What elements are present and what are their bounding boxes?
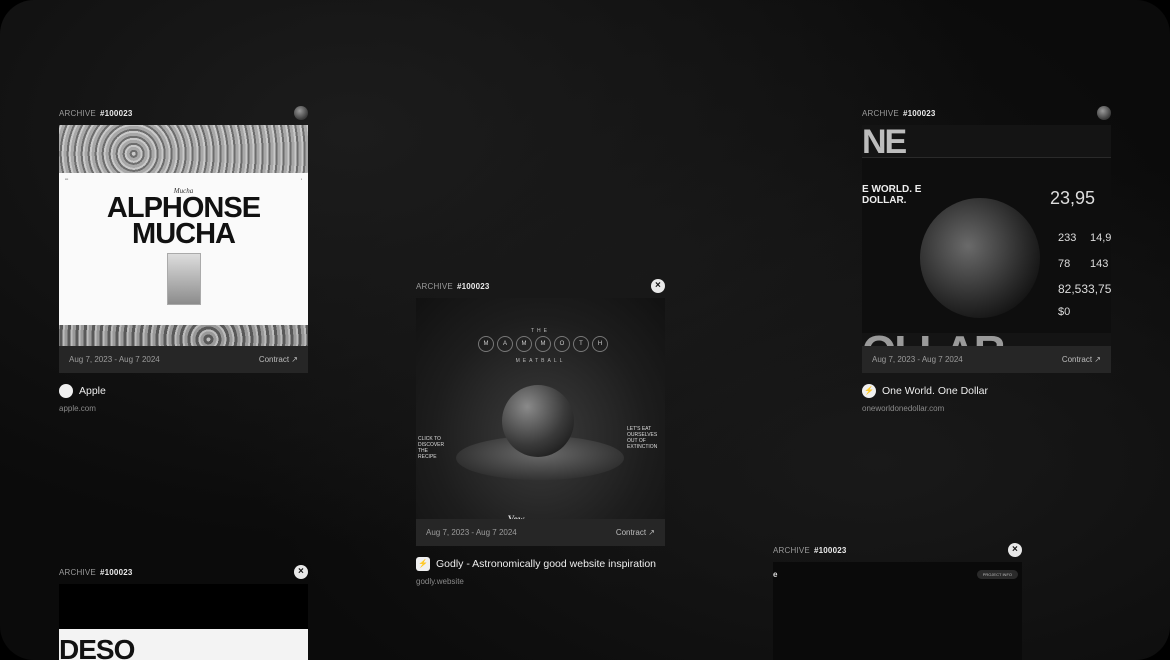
- archive-card-apple[interactable]: ARCHIVE #100023 ▪▪▪ ▪ Mucha ALPHONSE MUCHA…: [59, 106, 308, 413]
- globe-image: [920, 198, 1040, 318]
- preview-title: M A M M O T H: [478, 336, 608, 352]
- card-meta: ⚡ Godly - Astronomically good website in…: [416, 557, 665, 586]
- site-preview[interactable]: NE E WORLD. E DOLLAR. 23,95 233 14,9 78 …: [862, 125, 1111, 373]
- stat-main: 23,95: [1050, 188, 1096, 208]
- archive-card-godly[interactable]: ARCHIVE #100023 × THE M A M M O T H MEATB…: [416, 279, 665, 586]
- card-header: ARCHIVE #100023: [862, 106, 1111, 120]
- card-footer: Aug 7, 2023 - Aug 7 2024 Contract ↗: [862, 346, 1111, 373]
- date-range: Aug 7, 2023 - Aug 7 2024: [872, 355, 963, 364]
- archive-card-dark[interactable]: ARCHIVE #100023 × e PROJECT INFO: [773, 543, 1022, 660]
- stat-zero: $0: [1058, 306, 1071, 318]
- archive-id: #100023: [99, 108, 133, 118]
- archive-id: #100023: [456, 281, 490, 291]
- site-url[interactable]: oneworldonedollar.com: [862, 404, 1111, 413]
- close-icon[interactable]: ×: [1008, 543, 1022, 557]
- site-url[interactable]: apple.com: [59, 404, 308, 413]
- stat-b: 14,9: [1090, 232, 1111, 244]
- contract-link[interactable]: Contract ↗: [1062, 355, 1101, 364]
- stat-total: 82,533,75: [1058, 282, 1111, 296]
- archive-label: ARCHIVE: [59, 567, 96, 577]
- preview-letter: e: [773, 570, 778, 579]
- contract-link[interactable]: Contract ↗: [616, 528, 655, 537]
- stat-d: 143: [1090, 258, 1109, 270]
- preview-subtitle: MEATBALL: [515, 358, 566, 364]
- site-preview[interactable]: DESO: [59, 584, 308, 660]
- archive-id: #100023: [99, 567, 133, 577]
- site-name[interactable]: Godly - Astronomically good website insp…: [436, 558, 656, 570]
- card-meta: Apple apple.com: [59, 384, 308, 413]
- card-header: ARCHIVE #100023 ×: [773, 543, 1022, 557]
- date-range: Aug 7, 2023 - Aug 7 2024: [69, 355, 160, 364]
- stat-a: 233: [1058, 232, 1077, 244]
- site-name[interactable]: One World. One Dollar: [882, 385, 988, 397]
- site-preview[interactable]: ▪▪▪ ▪ Mucha ALPHONSE MUCHA Aug 7, 2023 - …: [59, 125, 308, 373]
- preview-right-text: LET'S EAT OURSELVES OUT OF EXTINCTION: [627, 426, 658, 450]
- archive-card-deso[interactable]: ARCHIVE #100023 × DESO: [59, 565, 308, 660]
- date-range: Aug 7, 2023 - Aug 7 2024: [426, 528, 517, 537]
- card-header: ARCHIVE #100023: [59, 106, 308, 120]
- archive-id: #100023: [813, 545, 847, 555]
- avatar[interactable]: [294, 106, 308, 120]
- preview-headline: ALPHONSE MUCHA: [106, 192, 261, 250]
- card-meta: ⚡ One World. One Dollar oneworldonedolla…: [862, 384, 1111, 413]
- project-info-pill[interactable]: PROJECT INFO: [976, 570, 1018, 579]
- archive-label: ARCHIVE: [862, 108, 899, 118]
- card-header: ARCHIVE #100023 ×: [59, 565, 308, 579]
- bolt-icon: ⚡: [862, 384, 876, 398]
- archive-label: ARCHIVE: [773, 545, 810, 555]
- close-icon[interactable]: ×: [651, 279, 665, 293]
- preview-page: ▪▪▪ ▪ Mucha ALPHONSE MUCHA: [59, 173, 308, 325]
- card-footer: Aug 7, 2023 - Aug 7 2024 Contract ↗: [416, 519, 665, 546]
- card-footer: Aug 7, 2023 - Aug 7 2024 Contract ↗: [59, 346, 308, 373]
- archive-label: ARCHIVE: [59, 108, 96, 118]
- preview-dashboard: E WORLD. E DOLLAR. 23,95 233 14,9 78 143…: [862, 157, 1111, 333]
- site-preview[interactable]: THE M A M M O T H MEATBALL CLICK TO DISC…: [416, 298, 665, 546]
- contract-link[interactable]: Contract ↗: [259, 355, 298, 364]
- site-url[interactable]: godly.website: [416, 577, 665, 586]
- archive-canvas: ARCHIVE #100023 ▪▪▪ ▪ Mucha ALPHONSE MUCHA…: [0, 0, 1170, 660]
- preview-kicker: THE: [531, 328, 550, 334]
- meatball-image: [502, 385, 574, 457]
- site-preview[interactable]: e PROJECT INFO: [773, 562, 1022, 660]
- archive-id: #100023: [902, 108, 936, 118]
- bolt-icon: ⚡: [416, 557, 430, 571]
- preview-top-word: NE: [862, 125, 907, 161]
- preview-word: DESO: [59, 634, 135, 660]
- archive-label: ARCHIVE: [416, 281, 453, 291]
- archive-card-oneworld[interactable]: ARCHIVE #100023 NE E WORLD. E DOLLAR. 23,…: [862, 106, 1111, 413]
- stat-c: 78: [1058, 258, 1071, 270]
- preview-poster: [166, 253, 201, 305]
- preview-left-text: CLICK TO DISCOVER THE RECIPE: [418, 436, 445, 460]
- ornament-top: [59, 125, 308, 173]
- card-header: ARCHIVE #100023 ×: [416, 279, 665, 293]
- avatar[interactable]: [1097, 106, 1111, 120]
- site-name[interactable]: Apple: [79, 385, 106, 397]
- close-icon[interactable]: ×: [294, 565, 308, 579]
- apple-logo-icon: [59, 384, 73, 398]
- preview-headline: E WORLD. E DOLLAR.: [862, 184, 922, 206]
